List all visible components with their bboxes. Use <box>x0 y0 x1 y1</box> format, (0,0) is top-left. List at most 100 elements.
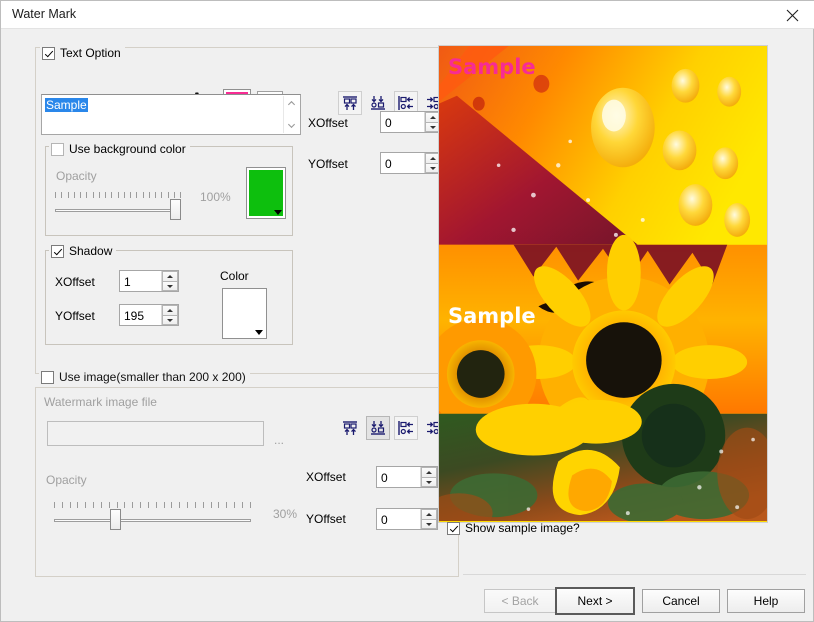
arrow-up-icon <box>167 309 173 312</box>
watermark-image-file-input[interactable] <box>47 421 264 446</box>
shadow-xoffset-spin-buttons[interactable] <box>161 271 178 291</box>
sample-image-preview: Sample Sample <box>438 45 768 523</box>
arrow-up-icon <box>430 157 436 160</box>
arrow-up-icon <box>426 513 432 516</box>
shadow-yoffset-spin-buttons[interactable] <box>161 305 178 325</box>
slider-track <box>54 519 251 522</box>
spin-down-button[interactable] <box>162 315 178 325</box>
align-top-icon <box>343 96 357 110</box>
image-xoffset-value[interactable]: 0 <box>377 467 420 487</box>
image-xoffset-spin-buttons[interactable] <box>420 467 437 487</box>
back-button[interactable]: < Back <box>484 589 556 613</box>
spin-down-button[interactable] <box>162 281 178 291</box>
shadow-checkbox[interactable] <box>51 245 64 258</box>
background-opacity-label: Opacity <box>56 169 97 183</box>
preview-photo <box>439 46 767 522</box>
show-sample-image-label: Show sample image? <box>465 521 580 535</box>
image-xoffset-spinner[interactable]: 0 <box>376 466 438 488</box>
slider-thumb[interactable] <box>170 199 181 220</box>
shadow-group-header[interactable]: Shadow <box>49 244 117 259</box>
spin-up-button[interactable] <box>421 467 437 477</box>
shadow-color-swatch-button[interactable] <box>222 288 267 339</box>
use-image-label: Use image(smaller than 200 x 200) <box>59 370 246 384</box>
image-yoffset-value[interactable]: 0 <box>377 509 420 529</box>
close-icon <box>786 9 798 21</box>
text-xoffset-spinner[interactable]: 0 <box>380 111 442 133</box>
image-align-left-button[interactable] <box>394 416 418 440</box>
text-xoffset-label: XOffset <box>308 116 348 130</box>
slider-track <box>55 209 181 212</box>
arrow-down-icon <box>167 318 173 322</box>
title-bar: Water Mark <box>1 1 814 29</box>
show-sample-image-checkbox[interactable] <box>447 521 460 535</box>
arrow-down-icon <box>430 166 436 170</box>
spin-up-button[interactable] <box>421 509 437 519</box>
text-option-label: Text Option <box>60 46 121 60</box>
chevron-down-icon <box>274 210 282 215</box>
shadow-xoffset-value[interactable]: 1 <box>120 271 161 291</box>
spin-up-button[interactable] <box>162 271 178 281</box>
spin-down-button[interactable] <box>421 519 437 529</box>
slider-ticks <box>54 502 251 510</box>
watermark-text-input[interactable]: Sample <box>41 94 301 135</box>
footer-divider <box>463 574 806 575</box>
text-xoffset-value[interactable]: 0 <box>381 112 424 132</box>
image-align-bottom-button[interactable] <box>366 416 390 440</box>
text-option-group-header[interactable]: Text Option <box>40 46 125 61</box>
use-background-color-checkbox[interactable] <box>51 143 64 156</box>
close-button[interactable] <box>769 1 814 29</box>
image-opacity-value: 30% <box>273 507 298 521</box>
text-yoffset-spinner[interactable]: 0 <box>380 152 442 174</box>
arrow-up-icon <box>426 471 432 474</box>
image-yoffset-spin-buttons[interactable] <box>420 509 437 529</box>
image-yoffset-spinner[interactable]: 0 <box>376 508 438 530</box>
use-image-checkbox[interactable] <box>41 371 54 384</box>
chevron-up-icon <box>287 100 296 106</box>
browse-button[interactable]: ... <box>274 433 284 447</box>
arrow-down-icon <box>426 522 432 526</box>
spin-down-button[interactable] <box>421 477 437 487</box>
background-opacity-value: 100% <box>200 190 231 204</box>
align-left-icon <box>398 421 413 435</box>
image-option-group-header[interactable]: Use image(smaller than 200 x 200) <box>39 370 250 385</box>
help-button[interactable]: Help <box>727 589 805 613</box>
preview-watermark-top: Sample <box>448 55 536 79</box>
background-color-swatch-button[interactable] <box>246 167 286 219</box>
spin-up-button[interactable] <box>162 305 178 315</box>
shadow-label: Shadow <box>69 244 113 258</box>
slider-thumb[interactable] <box>110 509 121 530</box>
text-yoffset-value[interactable]: 0 <box>381 153 424 173</box>
use-background-color-label: Use background color <box>69 142 186 156</box>
shadow-color-label: Color <box>220 269 249 283</box>
watermark-text-value: Sample <box>45 98 88 112</box>
window-title: Water Mark <box>12 7 77 21</box>
background-color-group-header[interactable]: Use background color <box>49 142 190 157</box>
next-button[interactable]: Next > <box>555 587 635 615</box>
shadow-xoffset-spinner[interactable]: 1 <box>119 270 179 292</box>
image-align-top-button[interactable] <box>338 416 362 440</box>
shadow-yoffset-spinner[interactable]: 195 <box>119 304 179 326</box>
image-align-button-group <box>338 416 450 440</box>
shadow-yoffset-value[interactable]: 195 <box>120 305 161 325</box>
background-opacity-slider[interactable] <box>55 192 181 220</box>
water-mark-dialog: Water Mark Text Option A >> <box>0 0 814 622</box>
text-align-top-button[interactable] <box>338 91 362 115</box>
align-bottom-icon <box>371 96 385 110</box>
chevron-down-icon <box>287 123 296 129</box>
text-option-checkbox[interactable] <box>42 47 55 60</box>
arrow-down-icon <box>430 125 436 129</box>
align-left-icon <box>398 96 413 110</box>
image-opacity-slider[interactable] <box>54 502 251 530</box>
arrow-down-icon <box>426 480 432 484</box>
show-sample-image-checkbox-row[interactable]: Show sample image? <box>447 521 580 535</box>
text-input-scrollbar[interactable] <box>283 96 299 133</box>
arrow-up-icon <box>167 275 173 278</box>
cancel-button[interactable]: Cancel <box>642 589 720 613</box>
text-yoffset-label: YOffset <box>308 157 348 171</box>
align-bottom-icon <box>371 421 385 435</box>
chevron-down-icon <box>255 330 263 335</box>
shadow-yoffset-label: YOffset <box>55 309 95 323</box>
image-yoffset-label: YOffset <box>306 512 346 526</box>
align-top-icon <box>343 421 357 435</box>
arrow-up-icon <box>430 116 436 119</box>
